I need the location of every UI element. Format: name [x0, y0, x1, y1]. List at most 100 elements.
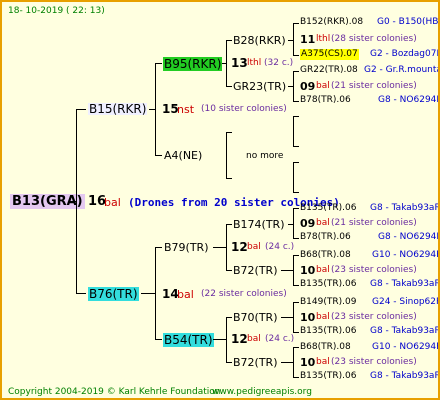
b174-child-2-info: G8 - NO6294R [378, 232, 440, 242]
sire-b95-node[interactable]: B95(RKR) [163, 57, 223, 71]
b54-b72-mid-num: 10 [300, 356, 316, 369]
b70-child-1-info: G24 - Sinop62R [372, 297, 440, 307]
b54-gen-type: bal [247, 334, 261, 344]
b70-node[interactable]: B70(TR) [233, 312, 278, 323]
connector [293, 347, 294, 378]
connector [293, 302, 299, 303]
b95-note: (32 c.) [264, 58, 294, 68]
b28-child-1[interactable]: B152(RKR).08 [300, 18, 363, 27]
dam-node[interactable]: B76(TR) [88, 287, 139, 301]
b79-b72-node[interactable]: B72(TR) [233, 265, 278, 276]
sire-gen-type: nst [177, 103, 195, 116]
b79-b72-child-2-info: G8 - Takab93aR [370, 279, 440, 289]
connector [76, 293, 86, 294]
b174-child-2[interactable]: B78(TR).06 [300, 233, 351, 242]
b28-mid-num: 11 [300, 33, 316, 46]
connector [293, 347, 299, 348]
gr23-mid-note: (21 sister colonies) [331, 81, 417, 91]
b79-b72-child-1[interactable]: B68(TR).08 [300, 251, 351, 260]
b28-child-2-info: G2 - Bozdag07R [370, 49, 440, 59]
connector [155, 63, 156, 156]
footer-copyright: Copyright 2004-2019 © Karl Kehrle Founda… [8, 387, 221, 397]
connector [226, 86, 232, 87]
pedigree-frame: 18- 10-2019 ( 22: 13) B13(GRA) 16 bal (D… [0, 0, 440, 400]
b70-mid-num: 10 [300, 311, 316, 324]
connector [293, 255, 299, 256]
connector [155, 247, 162, 248]
footer-link[interactable]: www.pedigreeapis.org [212, 388, 312, 397]
connector [226, 132, 232, 133]
b95-gen-type: lthl [247, 58, 262, 68]
b70-child-2[interactable]: B135(TR).06 [300, 327, 356, 336]
b95-gen-num: 13 [231, 56, 248, 70]
connector [293, 23, 299, 24]
connector [293, 146, 299, 147]
connector [293, 208, 294, 239]
gr23-child-2[interactable]: B78(TR).06 [300, 96, 351, 105]
connector [293, 162, 294, 193]
connector [155, 339, 162, 340]
connector [281, 362, 293, 363]
connector [226, 132, 227, 179]
b54-b72-node[interactable]: B72(TR) [233, 357, 278, 368]
b79-note: (24 c.) [265, 242, 295, 252]
connector [226, 270, 232, 271]
a4-note: no more [246, 151, 284, 161]
b54-b72-child-1-info: G10 - NO6294R [372, 342, 440, 352]
connector [213, 339, 226, 340]
gr23-child-1-info: G2 - Gr.R.mounta [364, 65, 440, 75]
sire-a4-node[interactable]: A4(NE) [164, 150, 202, 161]
b174-node[interactable]: B174(TR) [233, 219, 285, 230]
connector [155, 247, 156, 340]
b174-child-1-info: G8 - Takab93aR [370, 203, 440, 213]
b174-mid-num: 09 [300, 217, 316, 230]
b79-b72-mid-num: 10 [300, 264, 316, 277]
b54-b72-child-2-info: G8 - Takab93aR [370, 371, 440, 381]
connector [226, 40, 232, 41]
b174-mid-note: (21 sister colonies) [331, 218, 417, 228]
b28-child-1-info: G0 - B150(HB) [377, 17, 440, 27]
gr23-mid-num: 09 [300, 80, 316, 93]
connector [293, 71, 299, 72]
b54-b72-child-2[interactable]: B135(TR).06 [300, 372, 356, 381]
dam-b54-node[interactable]: B54(TR) [163, 333, 214, 347]
connector [76, 109, 86, 110]
b79-gen-num: 12 [231, 240, 248, 254]
connector [293, 55, 299, 56]
gr23-child-2-info: G8 - NO6294R [378, 95, 440, 105]
dam-gen-type: bal [177, 288, 194, 301]
connector [293, 302, 294, 333]
connector [226, 317, 232, 318]
b54-b72-mid-note: (23 sister colonies) [331, 357, 417, 367]
gr23-mid-type: bal [316, 81, 330, 91]
connector [293, 255, 294, 286]
b174-child-1[interactable]: B135(TR).06 [300, 204, 356, 213]
connector [293, 162, 299, 163]
connector [226, 224, 227, 271]
connector [226, 362, 232, 363]
b70-child-1[interactable]: B149(TR).09 [300, 298, 356, 307]
b28-node[interactable]: B28(RKR) [233, 35, 286, 46]
b79-b72-mid-type: bal [316, 265, 330, 275]
b79-b72-mid-note: (23 sister colonies) [331, 265, 417, 275]
connector [213, 247, 226, 248]
connector [293, 101, 299, 102]
dam-note: (22 sister colonies) [201, 289, 287, 299]
connector [293, 23, 294, 56]
b28-child-2[interactable]: A375(CS).07 [300, 49, 359, 60]
gr23-child-1[interactable]: GR22(TR).08 [300, 66, 358, 75]
b79-b72-child-1-info: G10 - NO6294R [372, 250, 440, 260]
dam-b79-node[interactable]: B79(TR) [164, 242, 209, 253]
connector [293, 71, 294, 102]
connector [293, 238, 299, 239]
connector [293, 116, 299, 117]
b174-mid-type: bal [316, 218, 330, 228]
b54-b72-child-1[interactable]: B68(TR).08 [300, 343, 351, 352]
gr23-node[interactable]: GR23(TR) [233, 81, 286, 92]
connector [155, 155, 162, 156]
b79-b72-child-2[interactable]: B135(TR).06 [300, 280, 356, 289]
connector [226, 224, 232, 225]
sire-node[interactable]: B15(RKR) [88, 103, 148, 115]
connector [281, 270, 293, 271]
b54-b72-mid-type: bal [316, 357, 330, 367]
